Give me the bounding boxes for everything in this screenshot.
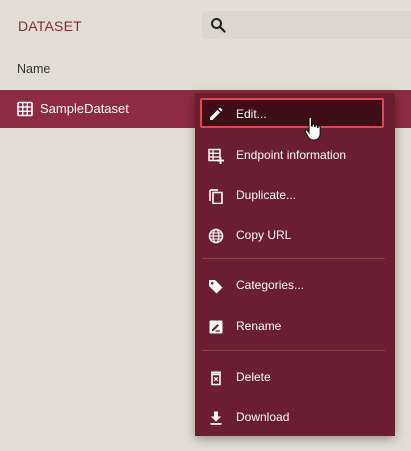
- menu-item-label: Download: [236, 410, 290, 424]
- dataset-name: SampleDataset: [40, 101, 129, 116]
- menu-item-duplicate[interactable]: Duplicate...: [195, 178, 395, 214]
- menu-item-label: Endpoint information: [236, 148, 347, 162]
- trash-icon: [211, 371, 221, 386]
- endpoint-table-icon: [208, 148, 224, 164]
- menu-item-endpoint-information[interactable]: Endpoint information: [195, 138, 395, 174]
- search-input[interactable]: [202, 11, 411, 39]
- menu-item-edit[interactable]: Edit...: [200, 98, 384, 128]
- header: DATASET: [0, 0, 411, 52]
- menu-item-copy-url[interactable]: Copy URL: [195, 218, 395, 254]
- menu-item-categories[interactable]: Categories...: [195, 268, 395, 304]
- menu-item-label: Duplicate...: [236, 188, 297, 202]
- hand-cursor-icon: [304, 116, 321, 141]
- menu-item-label: Categories...: [236, 278, 305, 292]
- menu-item-label: Copy URL: [236, 228, 292, 242]
- menu-divider: [202, 350, 385, 351]
- duplicate-icon: [209, 189, 223, 204]
- column-header-name[interactable]: Name: [17, 62, 50, 76]
- menu-item-rename[interactable]: Rename: [195, 309, 395, 345]
- menu-item-download[interactable]: Download: [195, 400, 395, 436]
- download-icon: [210, 411, 222, 425]
- tag-icon: [209, 280, 223, 294]
- context-menu: Edit... Endpoint information Duplicate..…: [195, 93, 395, 436]
- menu-item-label: Delete: [236, 370, 271, 384]
- pencil-icon: [210, 107, 223, 120]
- menu-item-label: Rename: [236, 319, 282, 333]
- menu-divider: [202, 258, 385, 259]
- search-icon[interactable]: [210, 17, 226, 33]
- menu-item-label: Edit...: [236, 107, 267, 121]
- rename-icon: [209, 320, 223, 334]
- menu-item-delete[interactable]: Delete: [195, 360, 395, 396]
- page-title: DATASET: [18, 18, 82, 34]
- globe-icon: [208, 228, 224, 244]
- table-icon: [17, 101, 33, 117]
